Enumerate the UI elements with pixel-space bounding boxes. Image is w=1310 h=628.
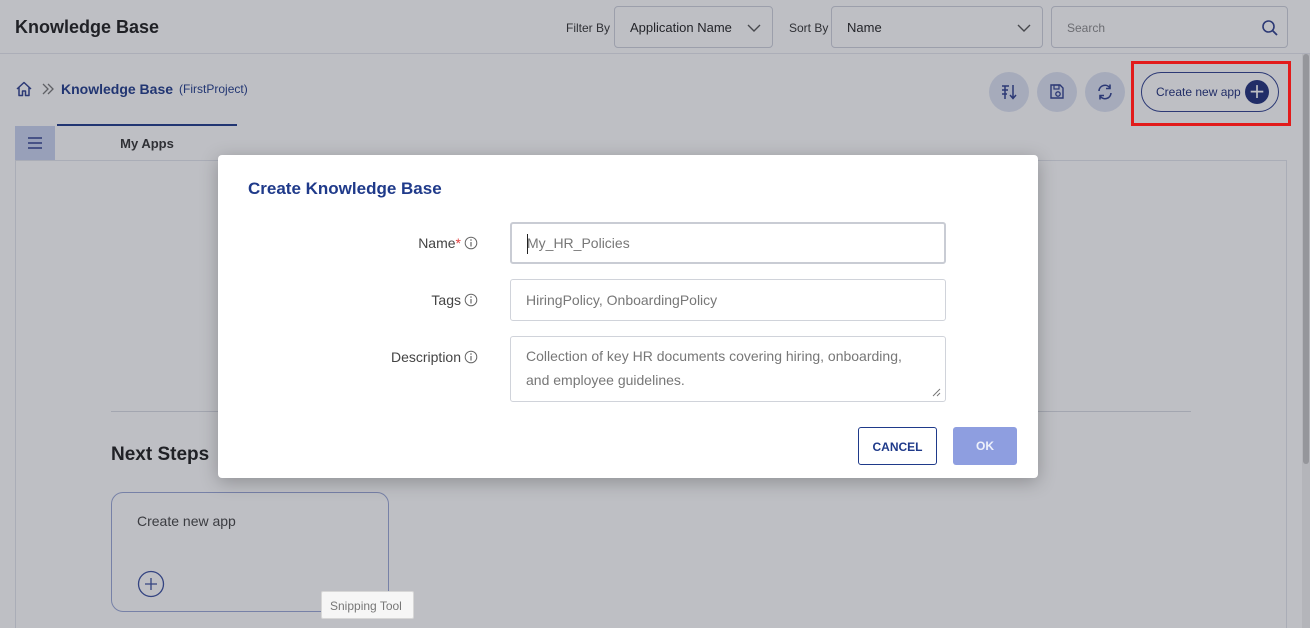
- description-label-text: Description: [390, 349, 461, 365]
- name-label: Name *: [418, 235, 478, 251]
- ok-label: OK: [976, 439, 994, 453]
- info-icon[interactable]: [464, 350, 478, 364]
- description-label: Description: [391, 349, 478, 365]
- info-icon[interactable]: [464, 293, 478, 307]
- description-line-1: Collection of key HR documents covering …: [526, 348, 902, 364]
- required-marker: *: [455, 235, 461, 251]
- description-textarea[interactable]: Collection of key HR documents covering …: [510, 336, 946, 402]
- cancel-button[interactable]: CANCEL: [858, 427, 937, 465]
- resize-grip-icon[interactable]: [931, 387, 941, 397]
- tags-label-text: Tags: [431, 292, 461, 308]
- cancel-label: CANCEL: [872, 440, 923, 454]
- tags-value: HiringPolicy, OnboardingPolicy: [526, 292, 718, 308]
- name-label-text: Name: [418, 235, 456, 251]
- snipping-tool-tooltip: Snipping Tool: [321, 591, 414, 619]
- name-value: My_HR_Policies: [527, 235, 630, 251]
- name-input[interactable]: My_HR_Policies: [510, 222, 946, 264]
- ok-button[interactable]: OK: [953, 427, 1017, 465]
- tags-label: Tags: [431, 292, 478, 308]
- create-knowledge-base-dialog: Create Knowledge Base Name * My_HR_Polici…: [218, 155, 1038, 478]
- description-line-2: and employee guidelines.: [526, 372, 685, 388]
- info-icon[interactable]: [464, 236, 478, 250]
- highlight-box: [1131, 61, 1291, 126]
- tooltip-text: Snipping Tool: [330, 599, 402, 613]
- tags-input[interactable]: HiringPolicy, OnboardingPolicy: [510, 279, 946, 321]
- dialog-title: Create Knowledge Base: [248, 179, 442, 198]
